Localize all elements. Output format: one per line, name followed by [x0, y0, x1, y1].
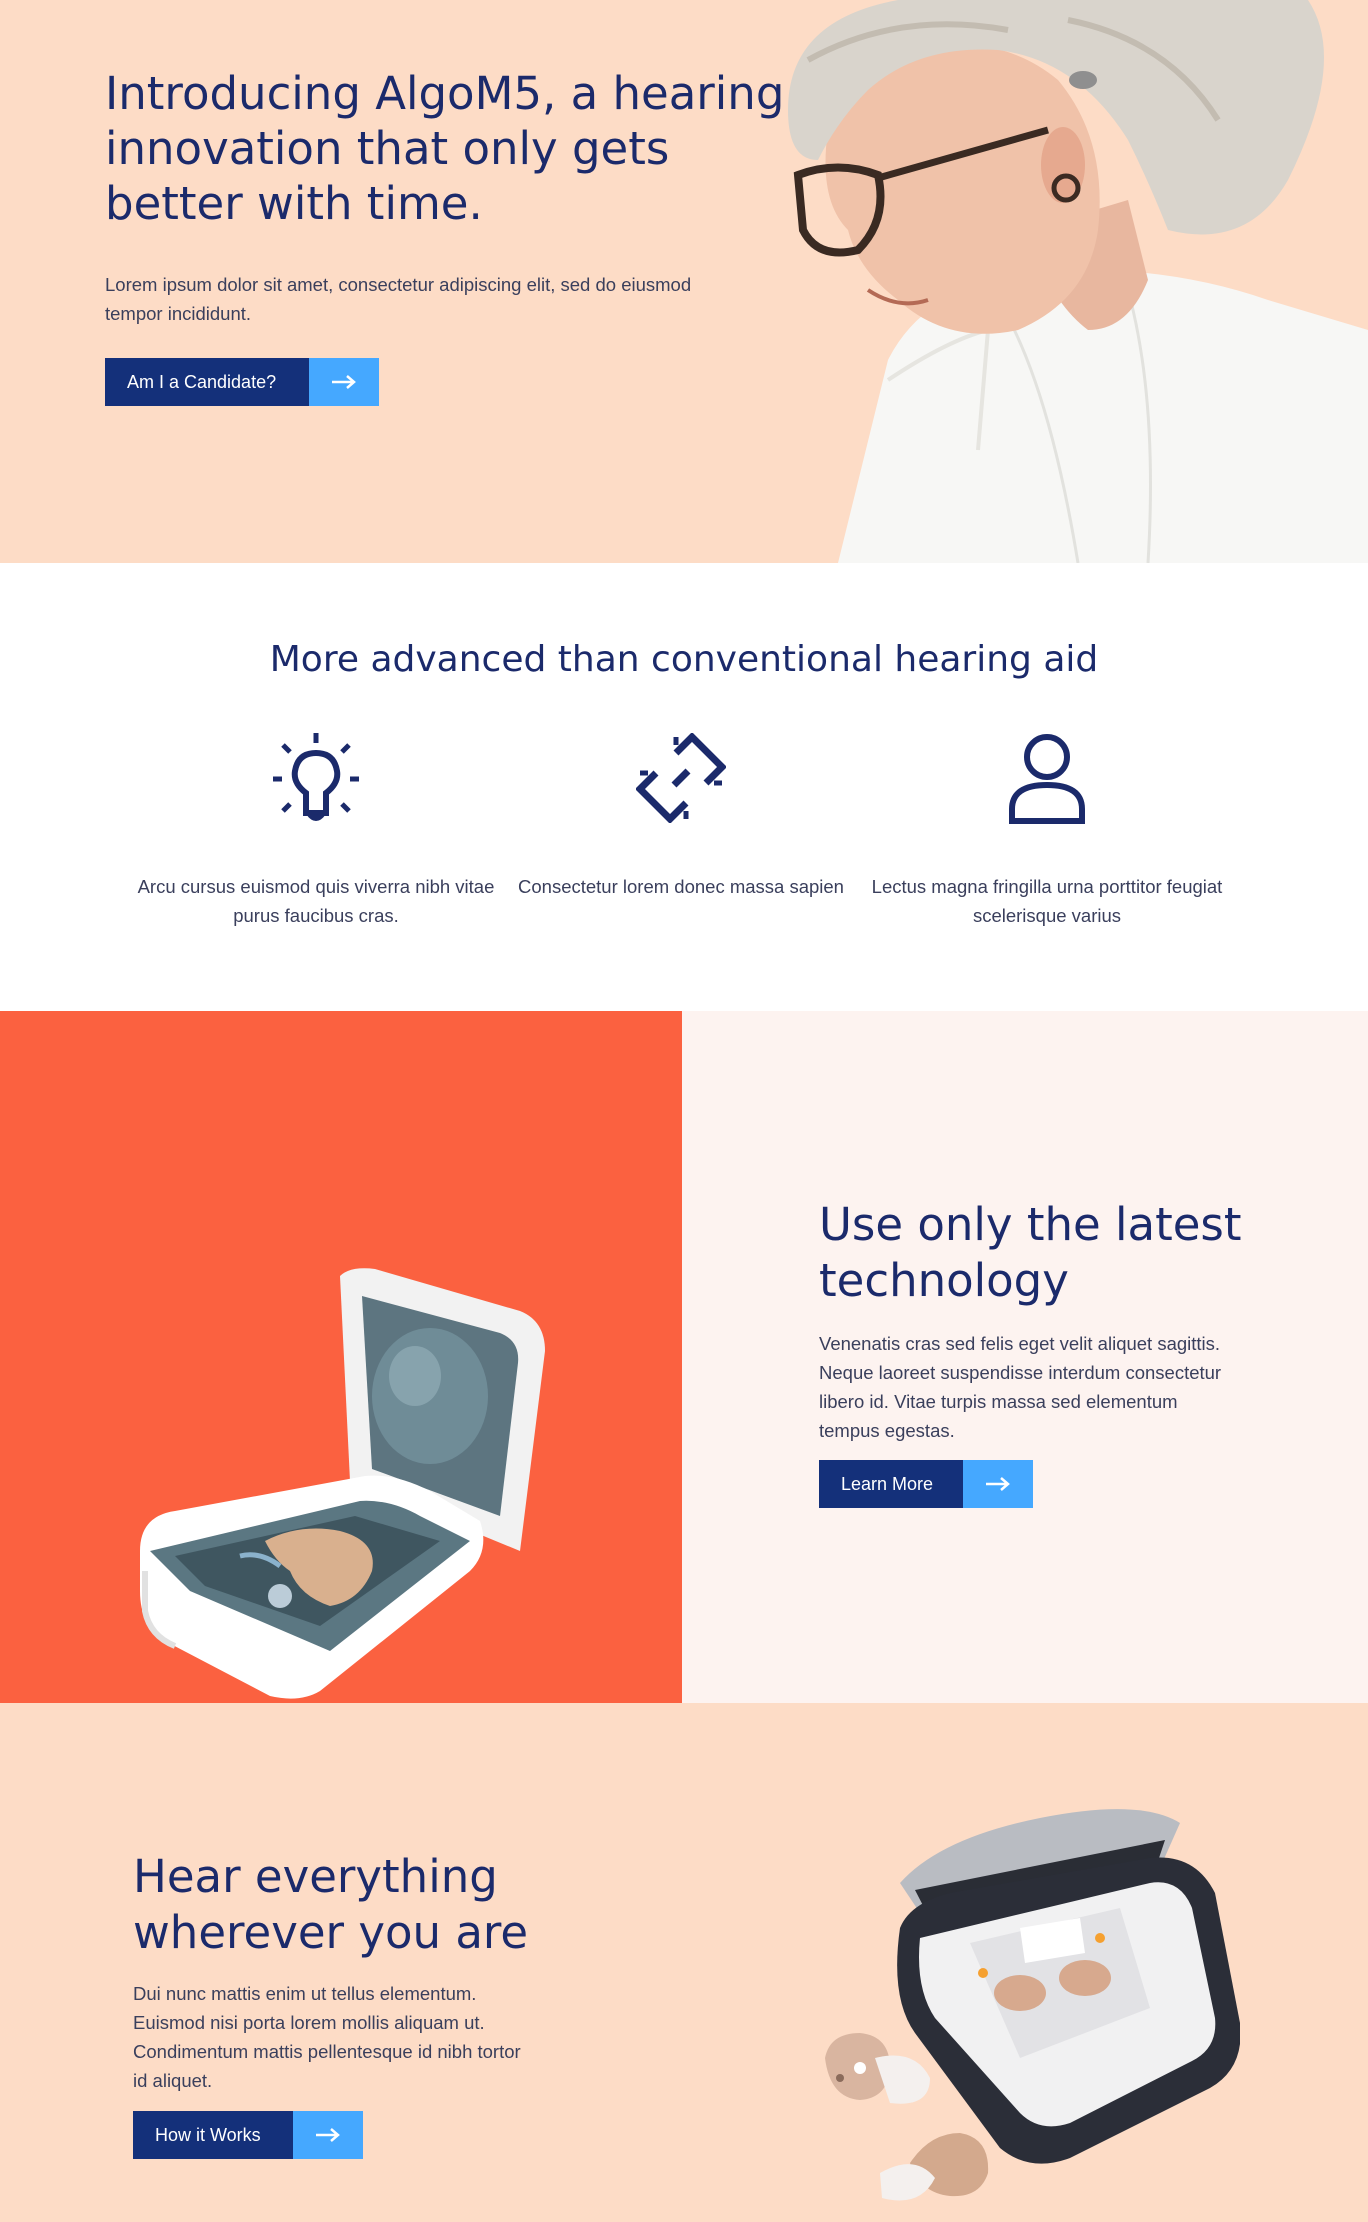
features-section: More advanced than conventional hearing …	[0, 563, 1368, 1011]
hear-section: Hear everything wherever you are Dui nun…	[0, 1703, 1368, 2222]
hear-description: Dui nunc mattis enim ut tellus elementum…	[133, 1983, 521, 2091]
candidate-button[interactable]: Am I a Candidate?	[105, 358, 379, 406]
hear-title: Hear everything wherever you are	[133, 1850, 529, 1959]
tech-section: Use only the latest technology Venenatis…	[682, 1011, 1368, 1703]
hero-portrait-image	[788, 0, 1368, 563]
feature-text: Arcu cursus euismod quis viverra nibh vi…	[137, 876, 495, 926]
tech-image-panel	[0, 1011, 682, 1703]
feature-text: Consectetur lorem donec massa sapien	[518, 876, 844, 897]
hero-section: Introducing AlgoM5, a hearing innovation…	[0, 0, 1368, 563]
lightbulb-icon	[126, 728, 506, 828]
broken-link-icon	[491, 728, 871, 828]
user-icon	[857, 728, 1237, 828]
hero-title: Introducing AlgoM5, a hearing innovation…	[105, 67, 785, 230]
arrow-right-icon	[963, 1460, 1033, 1508]
features-title: More advanced than conventional hearing …	[269, 639, 1099, 680]
feature-text: Lectus magna fringilla urna porttitor fe…	[871, 876, 1223, 926]
candidate-button-label: Am I a Candidate?	[105, 358, 309, 406]
arrow-right-icon	[293, 2111, 363, 2159]
tech-description: Venenatis cras sed felis eget velit aliq…	[819, 1333, 1222, 1441]
hearing-aid-case-image	[140, 1268, 545, 1699]
feature-item: Consectetur lorem donec massa sapien	[491, 728, 871, 901]
learn-more-button-label: Learn More	[819, 1460, 963, 1508]
how-it-works-button-label: How it Works	[133, 2111, 293, 2159]
hero-description: Lorem ipsum dolor sit amet, consectetur …	[105, 274, 692, 324]
how-it-works-button[interactable]: How it Works	[133, 2111, 363, 2159]
feature-item: Lectus magna fringilla urna porttitor fe…	[857, 728, 1237, 930]
arrow-right-icon	[309, 358, 379, 406]
tech-title: Use only the latest technology	[819, 1198, 1242, 1307]
learn-more-button[interactable]: Learn More	[819, 1460, 1033, 1508]
feature-item: Arcu cursus euismod quis viverra nibh vi…	[126, 728, 506, 930]
earbud-case-image	[825, 1809, 1240, 2201]
